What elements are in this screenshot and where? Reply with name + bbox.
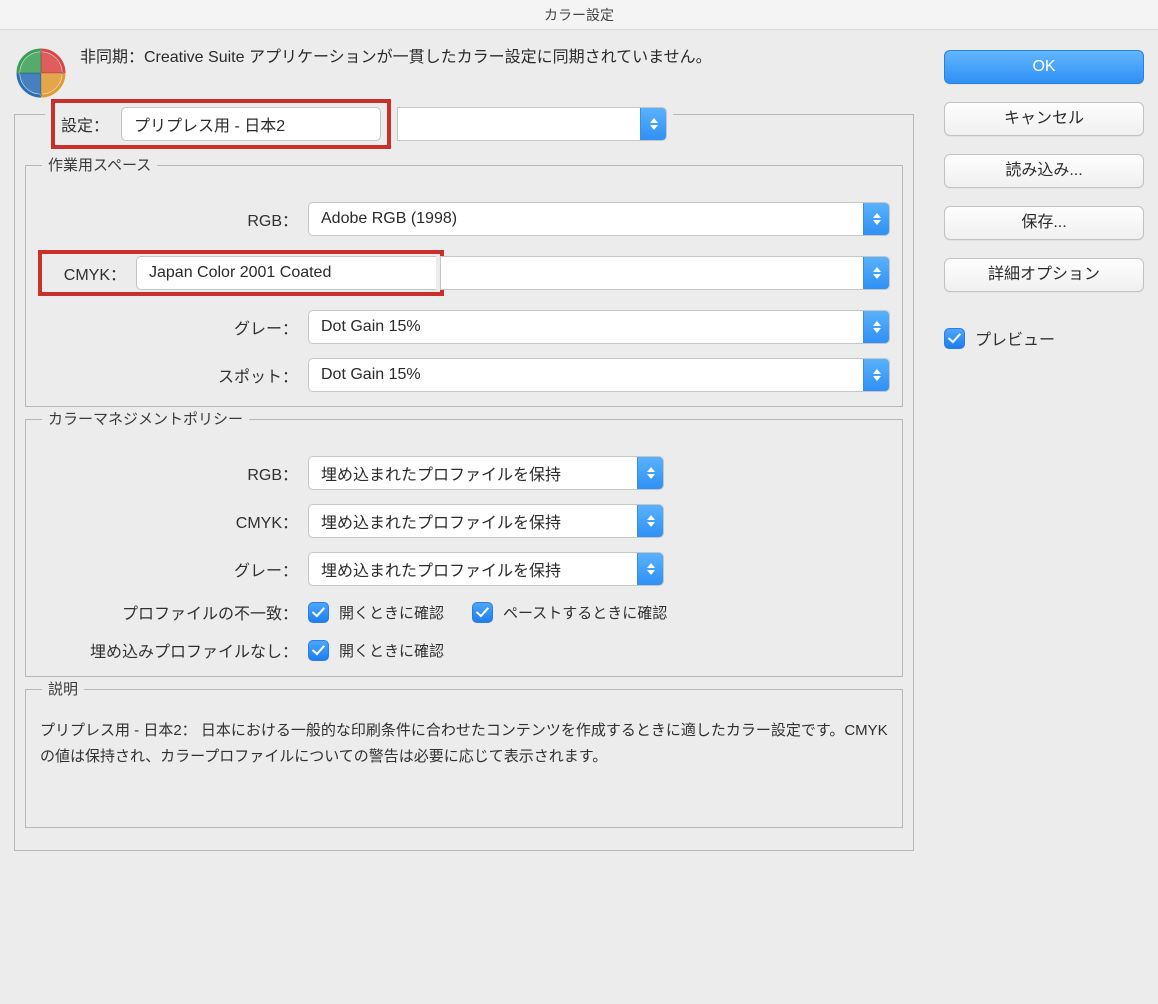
dialog-body: 非同期：Creative Suite アプリケーションが一貫したカラー設定に同期… <box>0 30 1158 865</box>
description-legend: 説明 <box>42 678 84 699</box>
chevron-updown-icon <box>863 311 889 343</box>
working-spaces-legend: 作業用スペース <box>42 154 157 175</box>
chevron-updown-icon <box>637 457 663 489</box>
chevron-updown-icon <box>640 108 666 140</box>
sync-status-row: 非同期：Creative Suite アプリケーションが一貫したカラー設定に同期… <box>14 44 914 100</box>
policy-cmyk-select[interactable]: 埋め込まれたプロファイルを保持 <box>308 504 664 538</box>
sync-status-text: 非同期：Creative Suite アプリケーションが一貫したカラー設定に同期… <box>80 44 712 70</box>
description-fieldset: 説明 プリプレス用 - 日本2： 日本における一般的な印刷条件に合わせたコンテン… <box>25 689 903 828</box>
missing-open-checkbox[interactable] <box>308 640 329 661</box>
mismatch-open-checkbox[interactable] <box>308 602 329 623</box>
sync-warning-icon <box>14 46 68 100</box>
missing-open-label: 開くときに確認 <box>339 640 444 661</box>
settings-label: 設定： <box>61 112 109 136</box>
load-button[interactable]: 読み込み... <box>944 154 1144 188</box>
gray-label: グレー： <box>38 315 298 339</box>
missing-label: 埋め込みプロファイルなし： <box>38 638 298 662</box>
rgb-label: RGB： <box>38 207 298 231</box>
preview-checkbox[interactable] <box>944 328 965 349</box>
policies-fieldset: カラーマネジメントポリシー RGB： 埋め込まれたプロファイルを保持 CMYK：… <box>25 419 903 677</box>
ok-button[interactable]: OK <box>944 50 1144 84</box>
chevron-updown-icon <box>863 257 889 289</box>
cmyk-select[interactable] <box>440 256 890 290</box>
settings-select-ext[interactable] <box>397 107 667 141</box>
main-column: 非同期：Creative Suite アプリケーションが一貫したカラー設定に同期… <box>14 44 914 851</box>
advanced-options-button[interactable]: 詳細オプション <box>944 258 1144 292</box>
chevron-updown-icon <box>637 553 663 585</box>
dialog-title: カラー設定 <box>0 0 1158 30</box>
mismatch-open-label: 開くときに確認 <box>339 602 444 623</box>
cmyk-label: CMYK： <box>46 261 126 285</box>
working-spaces-fieldset: 作業用スペース RGB： Adobe RGB (1998) CMYK： Japa… <box>25 165 903 407</box>
policy-gray-select[interactable]: 埋め込まれたプロファイルを保持 <box>308 552 664 586</box>
policy-cmyk-label: CMYK： <box>38 509 298 533</box>
save-button[interactable]: 保存... <box>944 206 1144 240</box>
policy-rgb-select[interactable]: 埋め込まれたプロファイルを保持 <box>308 456 664 490</box>
side-column: OK キャンセル 読み込み... 保存... 詳細オプション プレビュー <box>944 44 1144 851</box>
gray-select[interactable]: Dot Gain 15% <box>308 310 890 344</box>
cmyk-highlight: CMYK： Japan Color 2001 Coated <box>38 250 444 296</box>
outer-fieldset: 設定： プリプレス用 - 日本2 作業用スペース RGB： Adobe RGB … <box>14 114 914 851</box>
cancel-button[interactable]: キャンセル <box>944 102 1144 136</box>
settings-highlight: 設定： プリプレス用 - 日本2 <box>51 99 391 149</box>
spot-select[interactable]: Dot Gain 15% <box>308 358 890 392</box>
spot-label: スポット： <box>38 363 298 387</box>
mismatch-paste-checkbox[interactable] <box>472 602 493 623</box>
chevron-updown-icon <box>637 505 663 537</box>
policy-rgb-label: RGB： <box>38 461 298 485</box>
cmyk-select-left[interactable]: Japan Color 2001 Coated <box>136 256 436 290</box>
description-text: プリプレス用 - 日本2： 日本における一般的な印刷条件に合わせたコンテンツを作… <box>40 718 888 769</box>
chevron-updown-icon <box>863 203 889 235</box>
policies-legend: カラーマネジメントポリシー <box>42 408 249 429</box>
mismatch-paste-label: ペーストするときに確認 <box>503 602 667 623</box>
preview-label: プレビュー <box>975 326 1055 350</box>
mismatch-label: プロファイルの不一致： <box>38 600 298 624</box>
settings-select-value: プリプレス用 - 日本2 <box>122 112 380 136</box>
rgb-select[interactable]: Adobe RGB (1998) <box>308 202 890 236</box>
chevron-updown-icon <box>863 359 889 391</box>
settings-select[interactable]: プリプレス用 - 日本2 <box>121 107 381 141</box>
policy-gray-label: グレー： <box>38 557 298 581</box>
